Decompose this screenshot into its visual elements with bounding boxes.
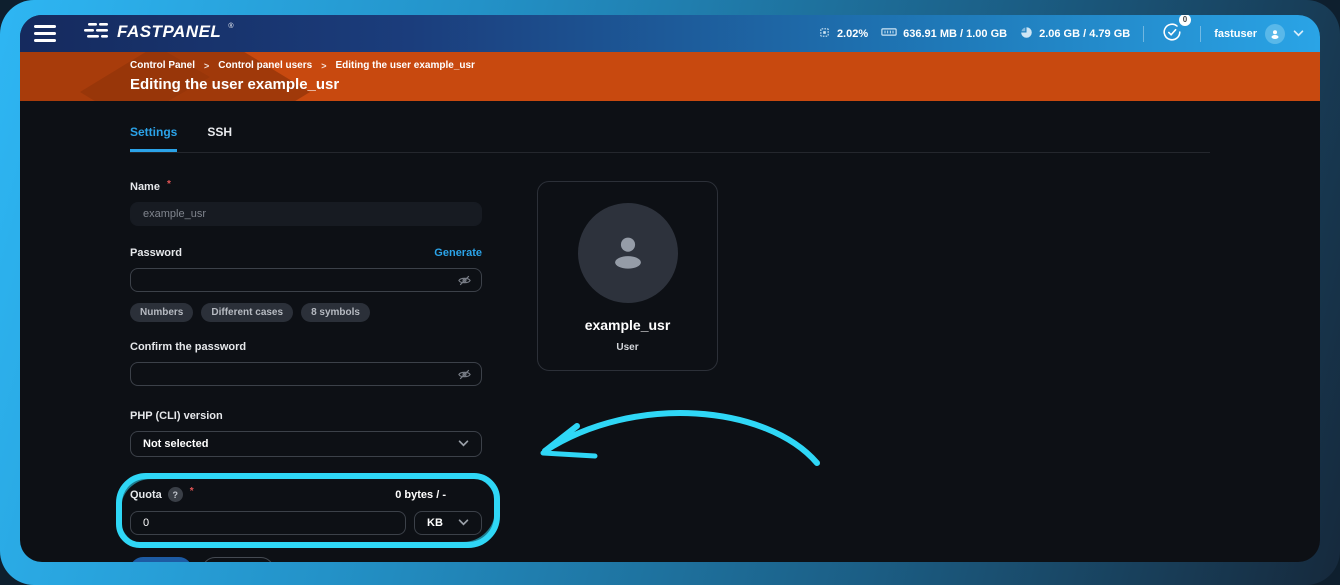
disk-value: 2.06 GB / 4.79 GB [1039,28,1130,40]
password-requirements: Numbers Different cases 8 symbols [130,303,482,322]
tab-settings[interactable]: Settings [130,125,177,152]
memory-usage: 636.91 MB / 1.00 GB [881,26,1007,41]
user-avatar-large-icon [578,203,678,303]
annotation-arrow [505,393,835,488]
eye-off-icon[interactable] [457,273,472,293]
top-navbar: FASTPANEL ® 2.02% [20,15,1320,52]
memory-value: 636.91 MB / 1.00 GB [903,28,1007,40]
confirm-password-field[interactable] [130,362,482,386]
logo-text: FASTPANEL [117,22,221,42]
save-button[interactable]: Save [130,557,192,562]
quota-label: Quota ? * [130,487,194,502]
user-menu[interactable]: fastuser [1214,24,1304,44]
quota-value-field[interactable] [130,511,406,535]
chevron-down-icon [458,517,469,529]
cpu-icon [818,26,831,42]
decorative-frame: FASTPANEL ® 2.02% [0,0,1340,585]
card-username: example_usr [585,317,671,333]
breadcrumb-control-panel-users[interactable]: Control panel users [218,60,312,71]
menu-icon[interactable] [34,25,56,42]
chevron-down-icon [1293,28,1304,40]
cancel-button[interactable]: Cancel [202,557,274,562]
quota-section: Quota ? * 0 bytes / - KB [130,487,482,535]
quota-help-icon[interactable]: ? [168,487,183,502]
divider [1200,26,1201,42]
name-field[interactable] [130,202,482,226]
disk-icon [1020,26,1033,42]
password-field[interactable] [130,268,482,292]
requirement-badge: Different cases [201,303,293,322]
fastpanel-logo[interactable]: FASTPANEL ® [84,22,233,45]
breadcrumb-separator: > [321,61,326,71]
tasks-clock-icon [1161,34,1183,46]
main-content: Settings SSH Name* Password Generate [20,125,1320,562]
requirement-badge: 8 symbols [301,303,370,322]
page-title: Editing the user example_usr [130,76,1320,93]
eye-off-icon[interactable] [457,367,472,387]
breadcrumb-current: Editing the user example_usr [335,60,475,71]
required-marker: * [190,486,194,497]
cpu-value: 2.02% [837,28,868,40]
logo-registered-mark: ® [228,23,233,30]
required-marker: * [167,179,171,190]
breadcrumb: Control Panel > Control panel users > Ed… [130,60,1320,71]
php-cli-version-select[interactable]: Not selected [130,431,482,457]
tab-bar: Settings SSH [130,125,1210,153]
chevron-down-icon [458,438,469,450]
card-role: User [616,342,638,353]
edit-user-form: Name* Password Generate [130,181,482,562]
disk-usage: 2.06 GB / 4.79 GB [1020,26,1130,42]
notifications-count-badge: 0 [1179,15,1191,26]
username-label: fastuser [1214,28,1257,40]
divider [1143,26,1144,42]
name-label: Name* [130,181,171,193]
notifications-button[interactable]: 0 [1161,21,1183,46]
quota-usage-value: 0 bytes / - [395,489,482,501]
app-window: FASTPANEL ® 2.02% [20,15,1320,562]
breadcrumb-control-panel[interactable]: Control Panel [130,60,195,71]
quota-unit-select[interactable]: KB [414,511,482,535]
confirm-password-label: Confirm the password [130,341,246,353]
quota-unit-value: KB [427,517,443,529]
navbar-status-area: 2.02% 636.91 MB / 1.00 GB [818,21,1304,46]
password-label: Password [130,247,182,259]
generate-password-link[interactable]: Generate [434,247,482,259]
requirement-badge: Numbers [130,303,193,322]
tab-ssh[interactable]: SSH [207,125,232,152]
breadcrumb-separator: > [204,61,209,71]
logo-sliders-icon [84,22,110,45]
page-header: Control Panel > Control panel users > Ed… [20,52,1320,101]
user-avatar-icon [1265,24,1285,44]
cpu-usage: 2.02% [818,26,868,42]
ram-icon [881,26,897,41]
php-cli-selected-value: Not selected [143,438,208,450]
user-summary-card: example_usr User [537,181,718,371]
php-cli-version-label: PHP (CLI) version [130,410,223,422]
